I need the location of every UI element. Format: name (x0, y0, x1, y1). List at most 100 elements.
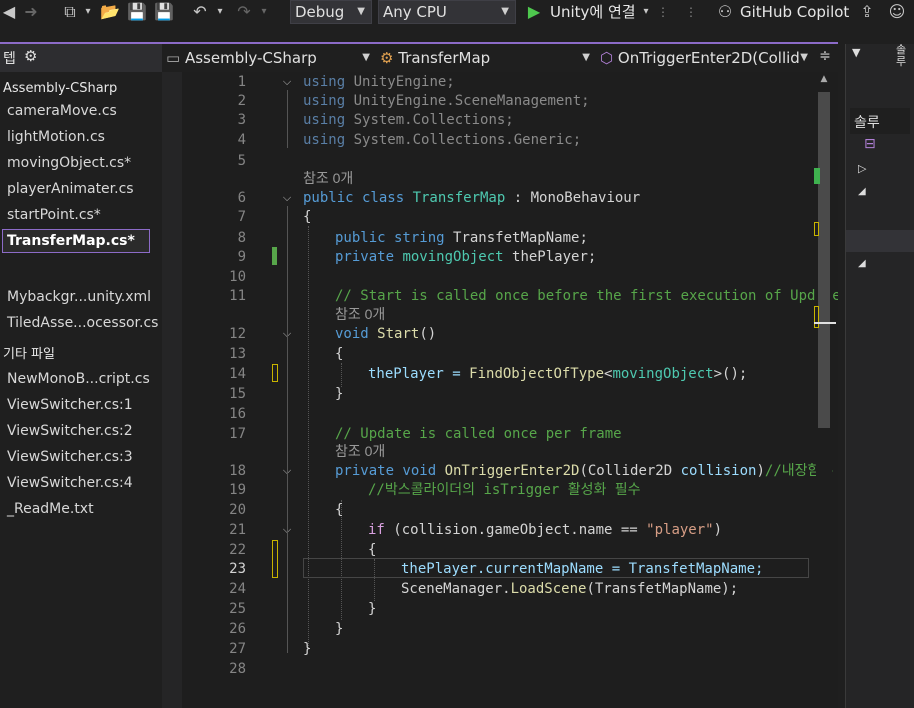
line-number: 21 (229, 522, 246, 538)
line-number: 19 (229, 482, 246, 498)
line-number: 14 (229, 366, 246, 382)
run-dropdown-icon[interactable]: ▾ (640, 0, 652, 24)
solution-icon[interactable]: ⊟ (864, 136, 876, 152)
chevron-down-icon: ▼ (582, 52, 590, 63)
code-editor[interactable] (162, 72, 838, 708)
redo-dropdown-icon[interactable]: ▾ (258, 0, 270, 24)
line-number: 10 (229, 269, 246, 285)
new-dropdown-icon[interactable]: ▾ (82, 0, 94, 24)
file-item[interactable]: ViewSwitcher.cs:4 (7, 472, 133, 494)
selected-row[interactable] (846, 230, 914, 252)
misc-files-group[interactable]: 기타 파일 (3, 344, 55, 366)
panel-header: 텝 ⚙ (0, 44, 162, 72)
split-icon[interactable]: ≑ (816, 48, 834, 68)
line-number: 6 (237, 190, 246, 206)
line-number-current: 23 (229, 561, 246, 577)
fold-chevron-icon[interactable]: ⌵ (280, 75, 294, 89)
configuration-select[interactable]: Debug ▼ (290, 0, 372, 24)
line-number: 4 (237, 132, 246, 148)
scroll-marker-green (814, 168, 820, 184)
line-number: 25 (229, 601, 246, 617)
project-dropdown[interactable]: ▭ Assembly-CSharp ▼ (166, 46, 374, 70)
panel-title: 텝 (3, 51, 16, 67)
chevron-down-icon: ▼ (501, 6, 509, 17)
file-item[interactable]: TiledAsse...ocessor.cs (7, 312, 158, 334)
line-number: 3 (237, 112, 246, 128)
references-codelens[interactable]: 참조 0개 (335, 442, 385, 460)
new-project-icon[interactable]: ⧉ (58, 0, 82, 24)
overflow-icon[interactable]: ⋮ (684, 0, 698, 24)
member-dropdown[interactable]: ⬡ OnTriggerEnter2D(Collid ▼ (600, 46, 812, 70)
line-number: 7 (237, 209, 246, 225)
main-toolbar: ◀ ➜ ⧉ ▾ 📂 💾 💾 ↶ ▾ ↷ ▾ Debug ▼ Any CPU ▼ … (0, 0, 914, 42)
solution-explorer-panel: ▼ 솔루 ⊟ ▷ ◢ ◢ (845, 44, 914, 708)
line-number: 15 (229, 386, 246, 402)
line-number: 13 (229, 346, 246, 362)
code-line: using UnityEngine.SceneManagement; (303, 93, 590, 109)
file-item[interactable]: startPoint.cs* (7, 204, 101, 226)
code-line: { (335, 346, 344, 362)
back-icon[interactable]: ◀ (0, 0, 18, 24)
undo-icon[interactable]: ↶ (188, 0, 212, 24)
save-all-icon[interactable]: 💾 (152, 0, 176, 24)
forward-icon[interactable]: ➜ (20, 0, 42, 24)
side-tab-solution[interactable]: 솔루 (896, 44, 914, 84)
scroll-marker-yellow (814, 306, 819, 328)
scroll-up-icon[interactable]: ▲ (819, 74, 829, 88)
file-item[interactable]: _ReadMe.txt (7, 498, 94, 520)
file-item[interactable]: ViewSwitcher.cs:3 (7, 446, 133, 468)
line-number: 22 (229, 542, 246, 558)
class-name: TransferMap (398, 49, 491, 67)
class-icon: ⚙ (380, 49, 394, 67)
code-line: thePlayer = FindObjectOfType<movingObjec… (368, 366, 748, 382)
platform-select[interactable]: Any CPU ▼ (378, 0, 516, 24)
code-line: } (335, 621, 344, 637)
play-icon[interactable]: ▶ (524, 0, 544, 24)
scrollbar-thumb[interactable] (818, 92, 830, 428)
file-item[interactable]: movingObject.cs* (7, 152, 131, 174)
code-line: using System.Collections; (303, 112, 514, 128)
references-codelens[interactable]: 참조 0개 (335, 305, 385, 323)
file-item-selected[interactable]: TransferMap.cs* (7, 230, 135, 252)
code-line: { (303, 209, 312, 225)
collapse-arrow-icon[interactable]: ◢ (858, 258, 866, 269)
code-line: public string TransfetMapName; (335, 230, 588, 246)
project-group[interactable]: Assembly-CSharp (3, 78, 117, 100)
share-icon[interactable]: ⇪ (856, 0, 878, 24)
file-item[interactable]: ViewSwitcher.cs:2 (7, 420, 133, 442)
redo-icon[interactable]: ↷ (232, 0, 256, 24)
file-item[interactable]: ViewSwitcher.cs:1 (7, 394, 133, 416)
save-icon[interactable]: 💾 (125, 0, 149, 24)
file-item[interactable]: cameraMove.cs (7, 100, 117, 122)
file-item[interactable]: Mybackgr...unity.xml (7, 286, 151, 308)
code-line: private movingObject thePlayer; (335, 249, 597, 265)
gear-icon[interactable]: ⚙ (24, 47, 37, 65)
copilot-button[interactable]: GitHub Copilot (740, 0, 849, 24)
code-line: using UnityEngine; (303, 74, 455, 90)
collapse-arrow-icon[interactable]: ◢ (858, 186, 866, 197)
step-icon[interactable]: ⋮ (656, 0, 670, 24)
references-codelens[interactable]: 참조 0개 (303, 169, 353, 187)
solution-explorer-tab-label: 솔루 (854, 115, 880, 131)
code-line: } (335, 386, 344, 402)
copilot-icon[interactable]: ⚇ (714, 0, 736, 24)
dropdown-icon[interactable]: ▼ (852, 46, 860, 59)
expand-arrow-icon[interactable]: ▷ (858, 162, 866, 175)
panel-tab[interactable]: 솔루 (850, 108, 910, 134)
file-item[interactable]: lightMotion.cs (7, 126, 105, 148)
open-folder-icon[interactable]: 📂 (98, 0, 122, 24)
code-line: } (303, 641, 312, 657)
line-number: 26 (229, 621, 246, 637)
run-button[interactable]: Unity에 연결 (550, 0, 636, 24)
file-item[interactable]: NewMonoB...cript.cs (7, 368, 150, 390)
undo-dropdown-icon[interactable]: ▾ (214, 0, 226, 24)
file-item[interactable]: playerAnimater.cs (7, 178, 134, 200)
code-line: private void OnTriggerEnter2D(Collider2D… (335, 463, 834, 479)
change-marker-unsaved (272, 540, 278, 578)
chevron-down-icon: ▼ (357, 6, 365, 17)
feedback-icon[interactable]: ☺ (886, 0, 908, 24)
fold-chevron-icon[interactable]: ⌵ (280, 191, 294, 205)
code-line: using System.Collections.Generic; (303, 132, 582, 148)
class-dropdown[interactable]: ⚙ TransferMap ▼ (380, 46, 594, 70)
code-comment: // Start is called once before the first… (335, 288, 841, 304)
